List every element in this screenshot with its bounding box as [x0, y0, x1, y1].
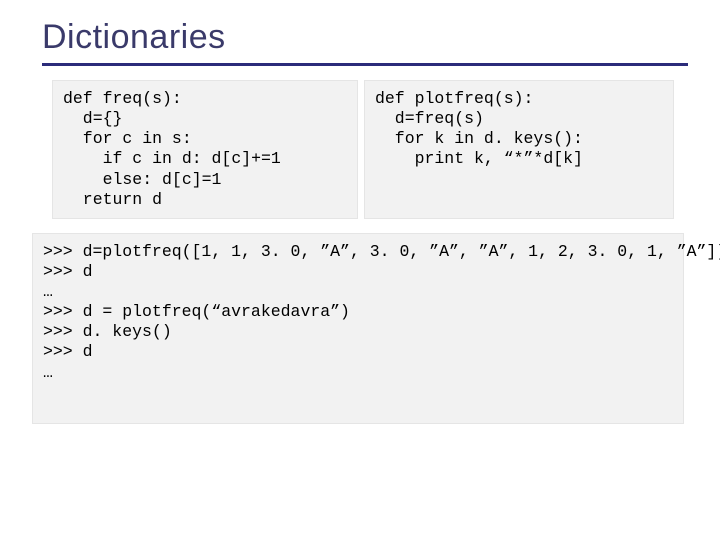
title-underline: [42, 63, 688, 66]
code-box-freq: def freq(s): d={} for c in s: if c in d:…: [52, 80, 358, 219]
slide: Dictionaries def freq(s): d={} for c in …: [0, 0, 720, 540]
page-title: Dictionaries: [42, 18, 688, 57]
repl-session: >>> d=plotfreq([1, 1, 3. 0, ”A”, 3. 0, ”…: [32, 233, 684, 424]
code-box-plotfreq: def plotfreq(s): d=freq(s) for k in d. k…: [364, 80, 674, 219]
code-columns: def freq(s): d={} for c in s: if c in d:…: [42, 80, 688, 219]
